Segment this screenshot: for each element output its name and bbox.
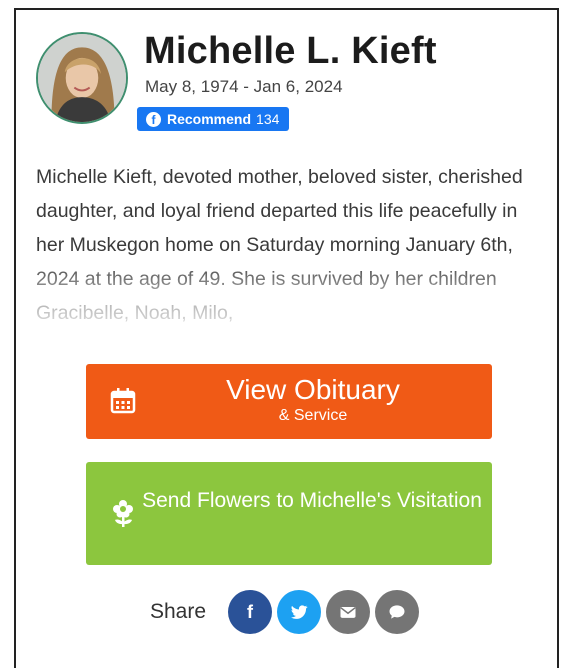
person-name: Michelle L. Kieft [144,30,437,72]
recommend-label: Recommend [167,111,252,127]
twitter-icon [290,605,308,619]
chat-bubble-icon [389,605,405,619]
facebook-recommend-button[interactable]: f Recommend 134 [137,107,290,131]
facebook-icon: f [247,601,254,622]
profile-photo-image [38,34,126,122]
recommend-count: 134 [256,111,280,127]
view-obituary-button[interactable]: View Obituary & Service [86,364,492,439]
send-flowers-label: Send Flowers to Michelle's Visitation [142,489,482,512]
share-twitter-button[interactable] [277,590,322,634]
share-row: Share f [150,590,424,634]
service-sublabel: & Service [278,407,348,424]
email-icon [340,607,356,618]
share-label: Share [150,600,207,623]
profile-photo [36,32,128,124]
send-flowers-button[interactable]: Send Flowers to Michelle's Visitation [86,462,492,565]
view-obituary-label: View Obituary [226,374,400,405]
excerpt-fade [30,260,545,335]
share-email-button[interactable] [326,590,371,634]
life-dates: May 8, 1974 - Jan 6, 2024 [145,77,343,96]
share-facebook-button[interactable]: f [228,590,273,634]
share-sms-button[interactable] [375,590,420,634]
flower-icon [108,498,138,528]
facebook-icon: f [146,111,161,127]
